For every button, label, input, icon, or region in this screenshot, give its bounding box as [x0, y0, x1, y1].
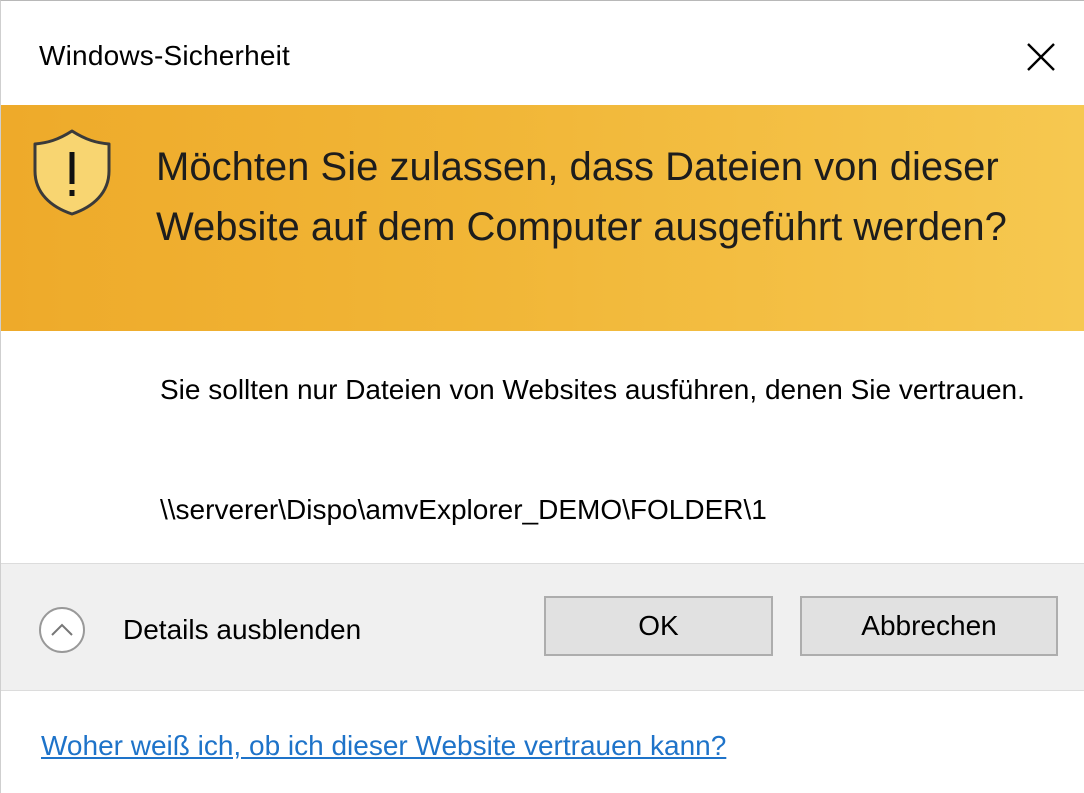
- banner-headline: Möchten Sie zulassen, dass Dateien von d…: [156, 145, 1007, 249]
- close-icon: [1027, 43, 1055, 71]
- shield-warning-icon: [33, 129, 111, 216]
- details-toggle-circle[interactable]: [39, 607, 85, 653]
- details-toggle[interactable]: Details ausblenden: [39, 602, 361, 658]
- details-label[interactable]: Details ausblenden: [123, 614, 361, 646]
- cancel-button[interactable]: Abbrechen: [800, 596, 1058, 656]
- security-dialog: Windows-Sicherheit Möchten Sie zulassen,…: [0, 0, 1084, 793]
- warning-banner: Möchten Sie zulassen, dass Dateien von d…: [1, 105, 1084, 331]
- chevron-up-icon: [51, 623, 73, 636]
- close-button[interactable]: [1011, 27, 1071, 87]
- file-path: \\serverer\Dispo\amvExplorer_DEMO\FOLDER…: [160, 494, 767, 525]
- ok-button[interactable]: OK: [544, 596, 773, 656]
- info-text: Sie sollten nur Dateien von Websites aus…: [160, 374, 1025, 405]
- dialog-footer: Details ausblenden OK Abbrechen: [1, 563, 1084, 691]
- trust-help-link[interactable]: Woher weiß ich, ob ich dieser Website ve…: [41, 730, 726, 762]
- window-title: Windows-Sicherheit: [39, 40, 291, 71]
- help-link-bar: Woher weiß ich, ob ich dieser Website ve…: [1, 691, 1084, 793]
- dialog-content: Sie sollten nur Dateien von Websites aus…: [1, 331, 1084, 563]
- title-bar: Windows-Sicherheit: [1, 1, 1084, 105]
